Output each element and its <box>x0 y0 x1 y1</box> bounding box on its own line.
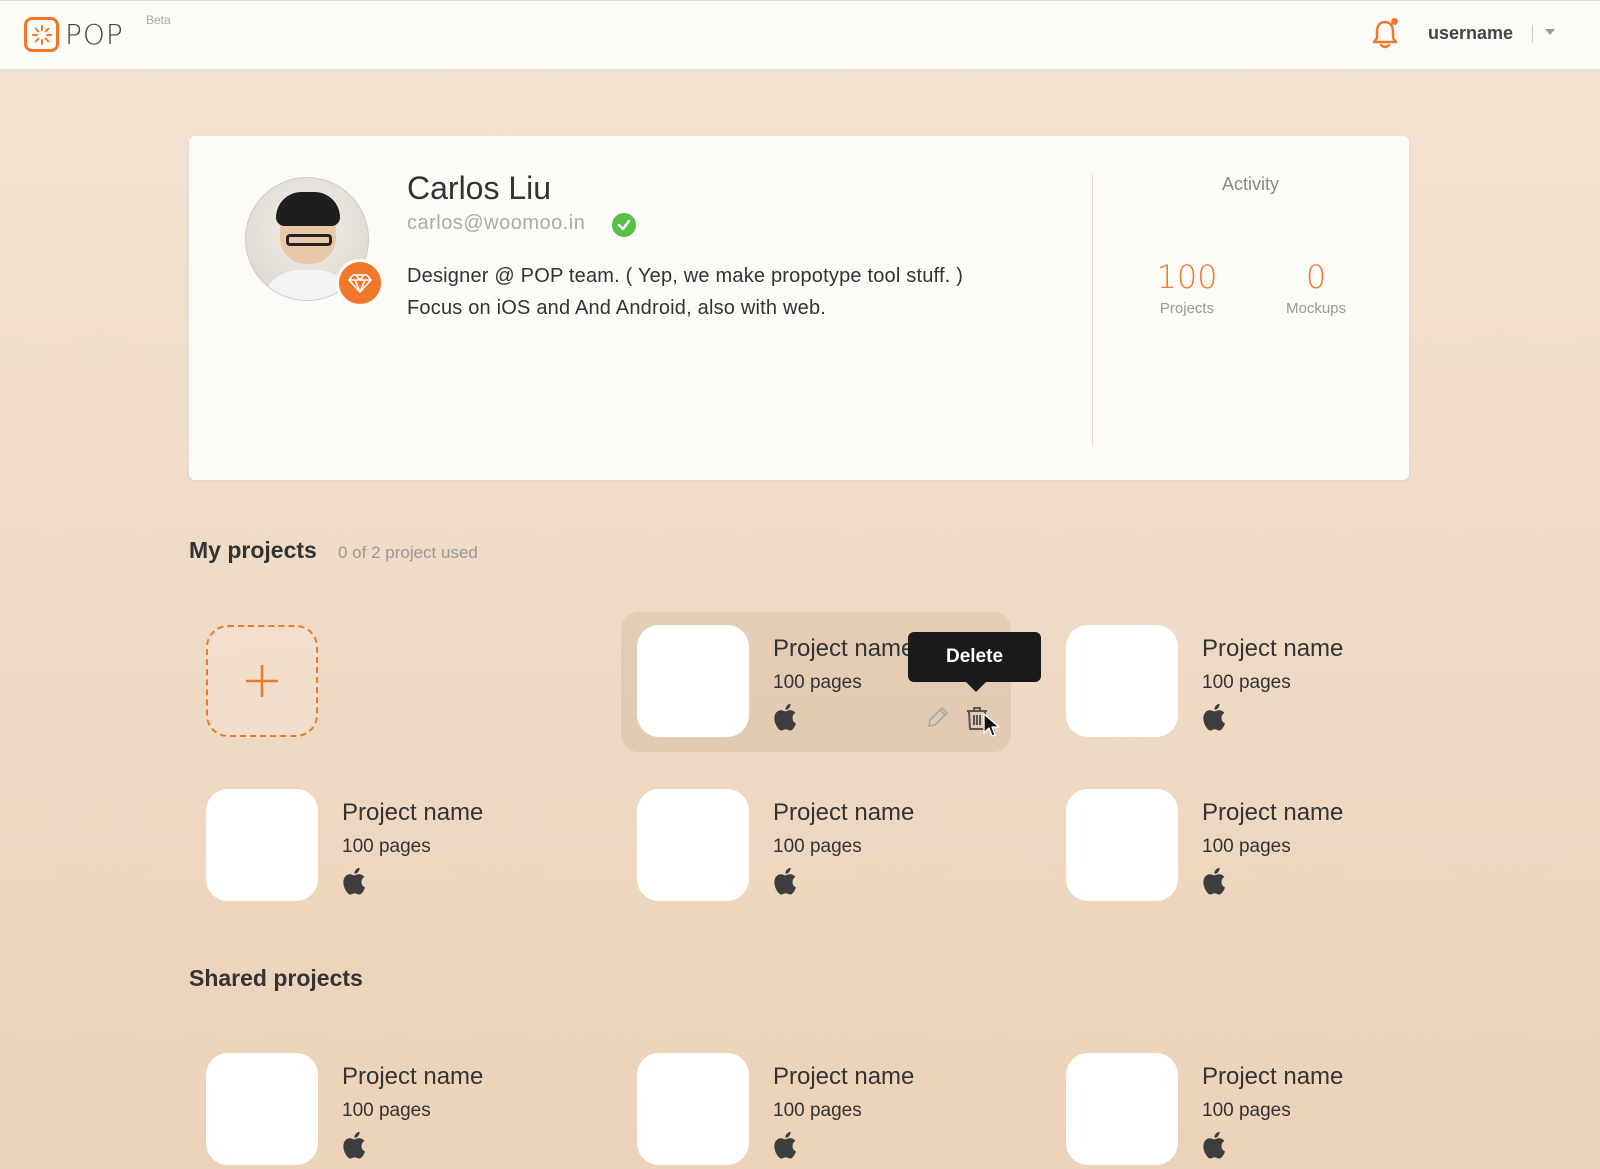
bio-line: Designer @ POP team. ( Yep, we make prop… <box>407 265 964 287</box>
pop-logo-icon <box>24 17 59 52</box>
project-pages: 100 pages <box>1202 1100 1291 1121</box>
project-thumbnail[interactable] <box>1066 789 1178 901</box>
shared-projects-title: Shared projects <box>189 965 363 991</box>
project-name[interactable]: Project name <box>773 1063 914 1091</box>
shared-project-card[interactable]: Project name 100 pages <box>637 1053 1027 1169</box>
project-thumbnail[interactable] <box>637 789 749 901</box>
plus-icon <box>246 665 278 697</box>
verified-check-icon <box>612 213 636 237</box>
mockups-label: Mockups <box>1285 300 1347 317</box>
profile-name: Carlos Liu <box>407 170 552 206</box>
apple-icon <box>774 867 796 895</box>
project-thumbnail[interactable] <box>1066 625 1178 737</box>
project-pages: 100 pages <box>773 672 862 693</box>
apple-icon <box>1203 1131 1225 1159</box>
project-thumbnail[interactable] <box>206 1053 318 1165</box>
projects-label: Projects <box>1159 300 1215 317</box>
project-name[interactable]: Project name <box>773 635 914 663</box>
top-navigation-bar: POP Beta username <box>0 0 1600 70</box>
project-thumbnail[interactable] <box>1066 1053 1178 1165</box>
delete-tooltip: Delete <box>908 632 1041 692</box>
project-card[interactable]: Project name 100 pages <box>637 789 1027 909</box>
shared-project-card[interactable]: Project name 100 pages <box>206 1053 596 1169</box>
bio-line: Focus on iOS and And Android, also with … <box>407 297 827 319</box>
project-thumbnail[interactable] <box>637 1053 749 1165</box>
project-card[interactable]: Project name 100 pages <box>206 789 596 909</box>
project-name[interactable]: Project name <box>342 799 483 827</box>
beta-label: Beta <box>146 13 171 27</box>
project-name[interactable]: Project name <box>1202 635 1343 663</box>
project-pages: 100 pages <box>773 836 862 857</box>
profile-email: carlos@woomoo.in <box>407 212 586 234</box>
project-card[interactable]: Project name 100 pages <box>1066 789 1456 909</box>
project-name[interactable]: Project name <box>773 799 914 827</box>
project-name[interactable]: Project name <box>1202 1063 1343 1091</box>
project-pages: 100 pages <box>773 1100 862 1121</box>
add-project-button[interactable] <box>206 625 318 737</box>
project-name[interactable]: Project name <box>342 1063 483 1091</box>
projects-stat[interactable]: 100 Projects <box>1127 258 1247 317</box>
projects-count: 100 <box>1156 258 1218 296</box>
divider <box>1532 25 1533 43</box>
divider <box>1092 174 1093 446</box>
notification-bell-icon[interactable] <box>1370 18 1400 50</box>
project-thumbnail[interactable] <box>637 625 749 737</box>
project-pages: 100 pages <box>342 836 431 857</box>
logo[interactable]: POP Beta <box>24 13 171 52</box>
mouse-cursor-icon <box>983 713 1000 737</box>
apple-icon <box>343 1131 365 1159</box>
activity-title: Activity <box>1221 174 1279 194</box>
apple-icon <box>343 867 365 895</box>
apple-icon <box>774 1131 796 1159</box>
mockups-stat[interactable]: 0 Mockups <box>1256 258 1376 317</box>
project-pages: 100 pages <box>342 1100 431 1121</box>
apple-icon <box>1203 703 1225 731</box>
logo-text: POP <box>65 18 124 51</box>
project-card[interactable]: Project name 100 pages <box>1066 625 1456 745</box>
project-name[interactable]: Project name <box>1202 799 1343 827</box>
project-thumbnail[interactable] <box>206 789 318 901</box>
project-pages: 100 pages <box>1202 836 1291 857</box>
apple-icon <box>774 703 796 731</box>
project-pages: 100 pages <box>1202 672 1291 693</box>
username-menu[interactable]: username <box>1428 23 1513 44</box>
profile-card: Carlos Liu carlos@woomoo.in Designer @ P… <box>189 136 1409 480</box>
apple-icon <box>1203 867 1225 895</box>
profile-bio: Designer @ POP team. ( Yep, we make prop… <box>407 260 963 324</box>
pencil-icon[interactable] <box>926 705 950 729</box>
diamond-icon <box>336 259 384 307</box>
mockups-count: 0 <box>1305 258 1327 296</box>
my-projects-title: My projects <box>189 537 317 563</box>
shared-project-card[interactable]: Project name 100 pages <box>1066 1053 1456 1169</box>
notification-dot <box>1391 18 1398 25</box>
chevron-down-icon[interactable] <box>1545 29 1555 35</box>
project-usage: 0 of 2 project used <box>338 543 478 562</box>
